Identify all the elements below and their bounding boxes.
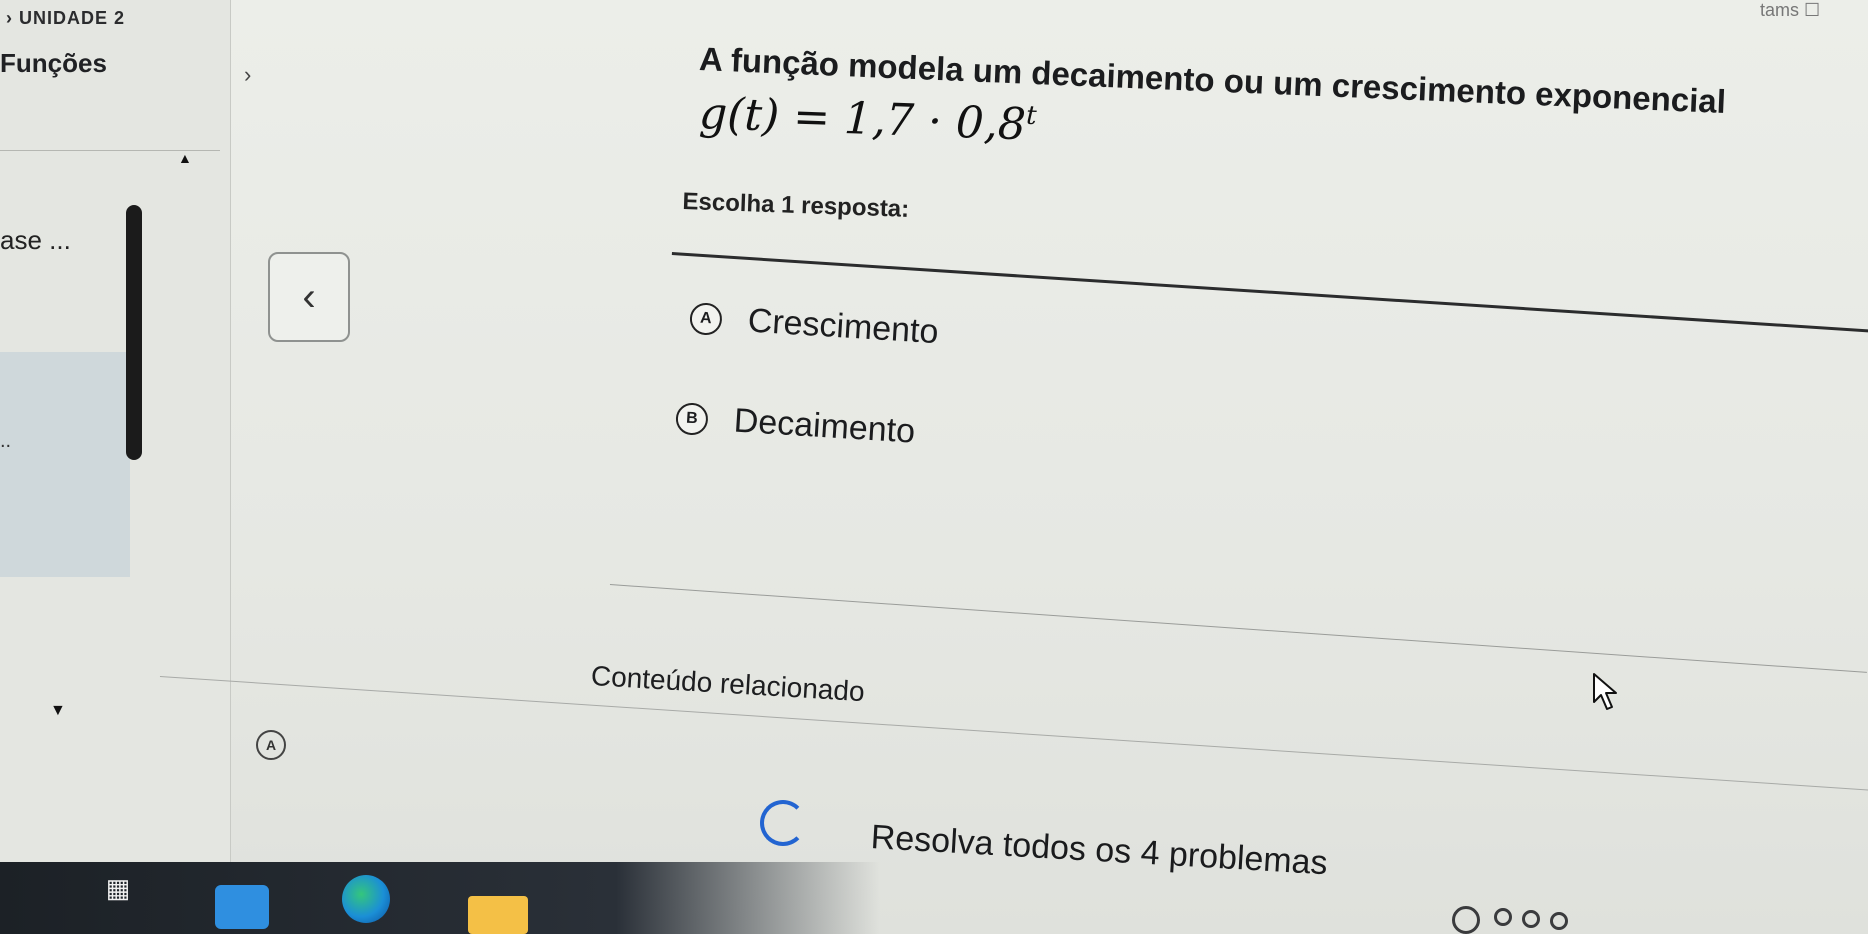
formula: g(t) = 1,7 · 0,8t — [698, 88, 1037, 151]
refresh-icon[interactable] — [760, 800, 806, 846]
edge-icon[interactable] — [342, 875, 390, 923]
unit-label: › UNIDADE 2 — [6, 8, 126, 28]
option-label: Decaimento — [732, 401, 917, 451]
related-content-toggle[interactable]: Conteúdo relacionado — [590, 660, 865, 708]
choose-label: Escolha 1 resposta: — [682, 188, 910, 223]
chevron-left-icon: ‹ — [302, 274, 316, 319]
related-badge-icon[interactable]: A — [256, 730, 286, 760]
screen: › UNIDADE 2 Funções ase ... .. ▲ ▼ › ‹ A… — [0, 0, 1868, 934]
chevron-right-icon[interactable]: › — [244, 62, 251, 88]
option-letter-badge: A — [689, 301, 723, 336]
solve-all-label: Resolva todos os 4 problemas — [869, 818, 1329, 883]
sidebar-scrollbar[interactable] — [126, 205, 142, 460]
answer-option-a[interactable]: A Crescimento — [689, 298, 940, 352]
sidebar-item[interactable]: ase ... — [0, 225, 71, 256]
store-icon[interactable] — [215, 885, 269, 929]
sidebar: › UNIDADE 2 Funções ase ... .. ▲ ▼ — [0, 0, 231, 934]
progress-dot — [1494, 908, 1512, 926]
mouse-cursor-icon — [1593, 673, 1617, 710]
progress-dot — [1550, 912, 1568, 930]
task-view-icon[interactable]: ▦ — [98, 868, 138, 908]
unit-title[interactable]: Funções — [0, 48, 107, 79]
sidebar-item-selected-label: .. — [0, 430, 12, 452]
progress-dot — [1522, 910, 1540, 928]
scroll-down-icon[interactable]: ▼ — [50, 702, 66, 720]
previous-button[interactable]: ‹ — [268, 252, 350, 342]
option-letter-badge: B — [675, 401, 709, 436]
progress-dot — [1452, 906, 1480, 934]
divider — [609, 584, 1867, 673]
option-label: Crescimento — [746, 301, 940, 352]
formula-exponent: t — [1025, 100, 1038, 132]
sidebar-item-selected[interactable] — [0, 352, 130, 577]
formula-base: g(t) = 1,7 · 0,8 — [698, 88, 1027, 151]
file-explorer-icon[interactable] — [468, 896, 528, 934]
answer-option-b[interactable]: B Decaimento — [675, 398, 916, 452]
top-right-label: tams ☐ — [1760, 0, 1821, 20]
scroll-up-icon[interactable]: ▲ — [178, 150, 192, 166]
